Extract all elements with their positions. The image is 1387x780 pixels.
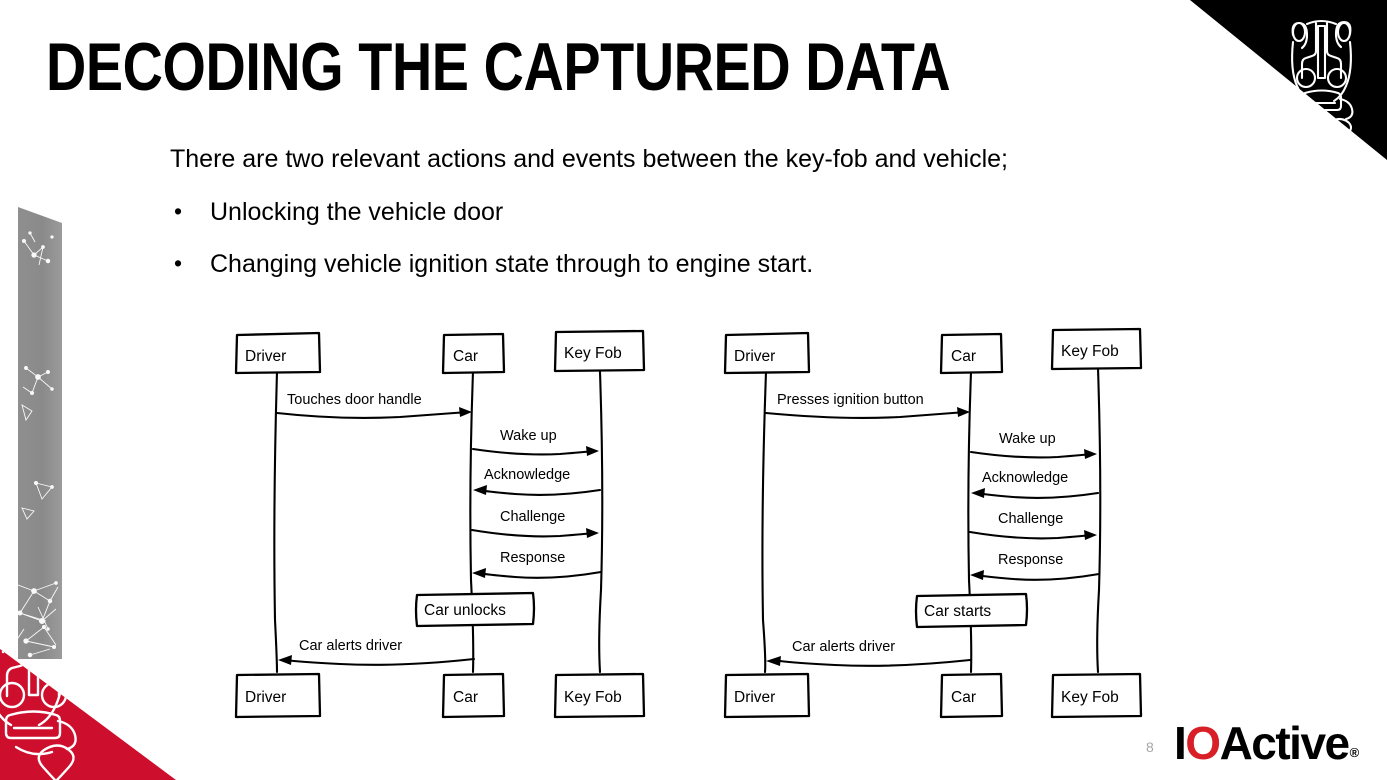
bullet-text: Unlocking the vehicle door bbox=[210, 197, 504, 226]
message-wake-up: Wake up bbox=[969, 431, 1097, 459]
actor-label: Driver bbox=[245, 348, 286, 365]
actor-box-driver-bottom: Driver bbox=[234, 672, 322, 719]
bullet-marker-icon: • bbox=[174, 197, 183, 224]
actor-label: Driver bbox=[734, 348, 775, 365]
message-label: Acknowledge bbox=[982, 470, 1068, 486]
actor-label: Key Fob bbox=[1061, 689, 1119, 706]
actor-box-car-bottom: Car bbox=[441, 672, 506, 719]
page-title: DECODING THE CAPTURED DATA bbox=[46, 29, 951, 105]
message-response: Response bbox=[472, 550, 603, 579]
message-challenge: Challenge bbox=[470, 509, 599, 538]
badger-head-icon bbox=[1291, 19, 1354, 146]
lifeline-driver bbox=[273, 370, 279, 674]
actor-label: Car bbox=[453, 348, 478, 365]
registered-trademark-icon: ® bbox=[1349, 745, 1360, 760]
message-label: Car alerts driver bbox=[299, 638, 402, 654]
actor-label: Car bbox=[453, 689, 478, 706]
body-content: There are two relevant actions and event… bbox=[170, 145, 1170, 301]
lead-paragraph: There are two relevant actions and event… bbox=[170, 145, 1009, 173]
actor-box-keyfob-top: Key Fob bbox=[1050, 327, 1143, 371]
message-touches-door-handle: Touches door handle bbox=[275, 392, 472, 419]
sequence-diagrams-area: Driver Car Key Fob Touches door handle W… bbox=[0, 320, 1387, 730]
message-wake-up: Wake up bbox=[471, 428, 599, 456]
message-acknowledge: Acknowledge bbox=[473, 467, 602, 496]
activity-box-car-starts: Car starts bbox=[914, 592, 1029, 629]
message-label: Presses ignition button bbox=[777, 392, 924, 408]
corner-badge-decoration bbox=[1190, 0, 1387, 160]
ioactive-logo: I O Active ® bbox=[1174, 716, 1360, 769]
message-label: Touches door handle bbox=[287, 392, 422, 408]
message-label: Wake up bbox=[500, 428, 557, 444]
logo-letter-o: O bbox=[1185, 717, 1221, 769]
message-label: Challenge bbox=[998, 511, 1063, 527]
message-label: Wake up bbox=[999, 431, 1056, 447]
lifeline-keyfob bbox=[598, 370, 604, 674]
actor-box-driver-bottom: Driver bbox=[723, 672, 811, 719]
message-car-alerts-driver: Car alerts driver bbox=[766, 639, 972, 667]
actor-label: Key Fob bbox=[564, 345, 622, 362]
actor-label: Car bbox=[951, 689, 976, 706]
actor-box-car-bottom: Car bbox=[939, 672, 1004, 719]
slide-canvas: DECODING THE CAPTURED DATA There are two… bbox=[0, 0, 1387, 780]
actor-box-keyfob-bottom: Key Fob bbox=[1050, 672, 1143, 719]
message-acknowledge: Acknowledge bbox=[971, 470, 1100, 499]
actor-label: Key Fob bbox=[1061, 343, 1119, 360]
message-challenge: Challenge bbox=[968, 511, 1097, 540]
message-label: Challenge bbox=[500, 509, 565, 525]
actor-label: Car bbox=[951, 348, 976, 365]
actor-label: Driver bbox=[245, 689, 286, 706]
message-label: Acknowledge bbox=[484, 467, 570, 483]
logo-wordmark-active: Active bbox=[1219, 717, 1351, 769]
actor-label: Driver bbox=[734, 689, 775, 706]
bullet-item-ignition: • Changing vehicle ignition state throug… bbox=[170, 249, 1170, 279]
actor-box-driver-top: Driver bbox=[234, 331, 322, 375]
actor-box-car-top: Car bbox=[939, 332, 1004, 375]
message-car-alerts-driver: Car alerts driver bbox=[278, 638, 476, 666]
lifeline-keyfob bbox=[1096, 366, 1102, 674]
bullet-marker-icon: • bbox=[174, 249, 183, 276]
message-label: Response bbox=[500, 550, 565, 566]
message-response: Response bbox=[970, 552, 1101, 581]
actor-box-keyfob-top: Key Fob bbox=[553, 329, 646, 373]
actor-box-driver-top: Driver bbox=[723, 331, 811, 375]
actor-box-keyfob-bottom: Key Fob bbox=[553, 672, 646, 719]
actor-label: Key Fob bbox=[564, 689, 622, 706]
lifeline-driver bbox=[761, 370, 768, 674]
lifeline-car bbox=[469, 370, 475, 674]
bullet-text: Changing vehicle ignition state through … bbox=[210, 249, 814, 278]
activity-label: Car unlocks bbox=[424, 602, 506, 619]
activity-label: Car starts bbox=[924, 603, 991, 620]
logo-letter-i: I bbox=[1174, 717, 1187, 769]
message-label: Response bbox=[998, 552, 1063, 568]
bullet-item-unlocking: • Unlocking the vehicle door bbox=[170, 197, 1170, 227]
activity-box-car-unlocks: Car unlocks bbox=[414, 591, 536, 628]
sequence-diagram-ignition: Driver Car Key Fob Presses ignition butt… bbox=[723, 327, 1143, 719]
page-number: 8 bbox=[1146, 739, 1154, 755]
actor-box-car-top: Car bbox=[441, 332, 506, 375]
message-label: Car alerts driver bbox=[792, 639, 895, 655]
sequence-diagram-unlock: Driver Car Key Fob Touches door handle W… bbox=[234, 329, 646, 719]
message-presses-ignition-button: Presses ignition button bbox=[764, 392, 970, 419]
